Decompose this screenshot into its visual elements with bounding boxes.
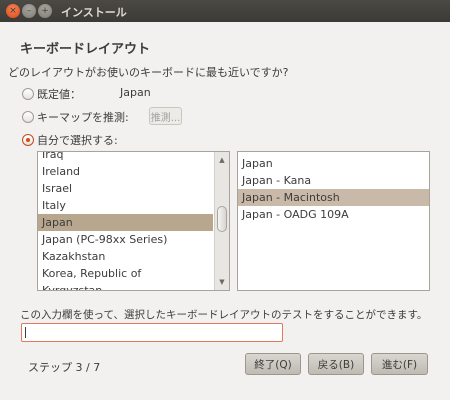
scroll-up-icon[interactable]: ▲ — [215, 153, 229, 167]
variant-item[interactable]: Japan — [238, 155, 429, 172]
title-bar: × – + インストール — [0, 0, 450, 22]
default-radio[interactable] — [22, 88, 34, 100]
default-radio-label[interactable]: 既定値： — [37, 86, 81, 102]
scroll-down-icon[interactable]: ▼ — [215, 275, 229, 289]
guess-radio-label[interactable]: キーマップを推測: — [37, 109, 129, 125]
page-title: キーボードレイアウト — [20, 42, 151, 57]
layout-list[interactable]: Iraq Ireland Israel Italy Japan Japan (PC-98x… — [37, 151, 230, 291]
layout-item[interactable]: Korea, Republic of — [38, 265, 213, 282]
layout-scrollbar[interactable]: ▲ ▼ — [214, 152, 229, 290]
layout-item[interactable]: Ireland — [38, 163, 213, 180]
window-title: インストール — [61, 6, 127, 19]
variant-item[interactable]: Japan - Macintosh — [238, 189, 429, 206]
test-input[interactable] — [21, 323, 283, 342]
default-layout-value: Japan — [120, 86, 151, 99]
layout-item[interactable]: Kyrgyzstan — [38, 282, 213, 290]
page-subtitle: どのレイアウトがお使いのキーボードに最も近いですか? — [8, 66, 289, 79]
layout-item[interactable]: Israel — [38, 180, 213, 197]
scroll-thumb[interactable] — [217, 206, 227, 232]
layout-list-items: Iraq Ireland Israel Italy Japan Japan (PC-98x… — [38, 152, 213, 290]
variant-item[interactable]: Japan - Kana — [238, 172, 429, 189]
minimize-icon[interactable]: – — [22, 4, 36, 18]
text-caret — [25, 327, 26, 338]
layout-item[interactable]: Japan — [38, 214, 213, 231]
variant-list-items: Japan Japan - Kana Japan - Macintosh Japan … — [238, 155, 429, 223]
close-icon[interactable]: × — [6, 4, 20, 18]
layout-item[interactable]: Italy — [38, 197, 213, 214]
layout-item[interactable]: Japan (PC-98xx Series) — [38, 231, 213, 248]
variant-item[interactable]: Japan - OADG 109A — [238, 206, 429, 223]
step-indicator: ステップ 3 / 7 — [28, 361, 101, 374]
manual-radio[interactable] — [22, 134, 34, 146]
layout-item[interactable]: Iraq — [38, 152, 213, 163]
maximize-icon[interactable]: + — [38, 4, 52, 18]
next-button[interactable]: 進む(F) — [371, 353, 428, 375]
guess-radio[interactable] — [22, 111, 34, 123]
manual-radio-label[interactable]: 自分で選択する: — [37, 132, 118, 148]
quit-button[interactable]: 終了(Q) — [245, 353, 301, 375]
back-button[interactable]: 戻る(B) — [308, 353, 364, 375]
layout-item[interactable]: Kazakhstan — [38, 248, 213, 265]
variant-list[interactable]: Japan Japan - Kana Japan - Macintosh Japan … — [237, 151, 430, 291]
guess-button[interactable]: 推測... — [149, 107, 182, 125]
test-caption: この入力欄を使って、選択したキーボードレイアウトのテストをすることができます。 — [20, 309, 428, 321]
